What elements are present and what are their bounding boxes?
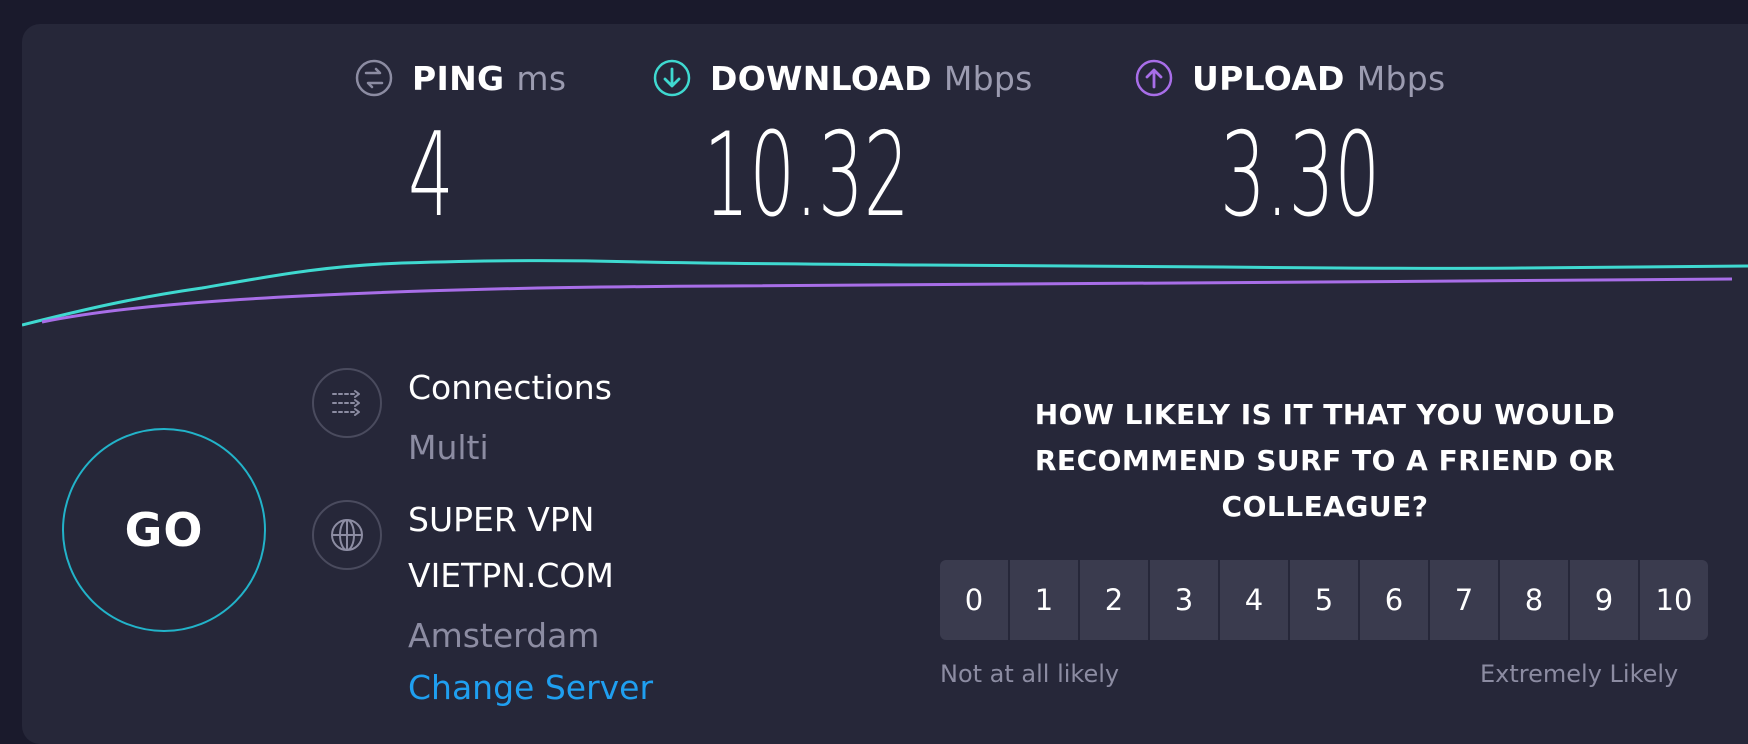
download-metric: DOWNLOAD Mbps 10.32 [652, 58, 1033, 234]
survey-question: HOW LIKELY IS IT THAT YOU WOULD RECOMMEN… [960, 392, 1690, 530]
globe-icon [312, 500, 382, 570]
scale-option-0[interactable]: 0 [940, 560, 1008, 640]
server-location: Amsterdam [408, 616, 600, 655]
change-server-link[interactable]: Change Server [408, 668, 653, 707]
ping-metric: PING ms 4 [354, 58, 567, 234]
connections-mode: Multi [408, 428, 489, 467]
ping-icon [354, 58, 394, 98]
scale-option-7[interactable]: 7 [1430, 560, 1498, 640]
go-button[interactable]: GO [62, 428, 266, 632]
scale-option-10[interactable]: 10 [1640, 560, 1708, 640]
scale-option-9[interactable]: 9 [1570, 560, 1638, 640]
survey-question-line: HOW LIKELY IS IT THAT YOU WOULD [1034, 398, 1616, 431]
download-graph-line [22, 259, 1748, 327]
server-host: VIETPN.COM [408, 556, 614, 595]
scale-option-2[interactable]: 2 [1080, 560, 1148, 640]
upload-unit: Mbps [1356, 58, 1446, 98]
upload-graph-line [41, 277, 1733, 324]
download-unit: Mbps [943, 58, 1033, 98]
speed-graph [22, 259, 1748, 327]
scale-option-3[interactable]: 3 [1150, 560, 1218, 640]
upload-value: 3.30 [1220, 108, 1381, 243]
download-value: 10.32 [703, 108, 910, 243]
scale-option-6[interactable]: 6 [1360, 560, 1428, 640]
scale-option-4[interactable]: 4 [1220, 560, 1288, 640]
ping-label: PING [412, 58, 505, 98]
survey-question-line: RECOMMEND SURF TO A FRIEND OR [1034, 444, 1616, 477]
scale-option-5[interactable]: 5 [1290, 560, 1358, 640]
survey-question-line: COLLEAGUE? [1221, 490, 1429, 523]
recommend-scale: 0 1 2 3 4 5 6 7 8 9 10 [940, 560, 1708, 640]
upload-label: UPLOAD [1192, 58, 1345, 98]
scale-option-1[interactable]: 1 [1010, 560, 1078, 640]
connections-icon [312, 368, 382, 438]
ping-value: 4 [408, 108, 454, 243]
download-arrow-icon [652, 58, 692, 98]
upload-arrow-icon [1134, 58, 1174, 98]
download-label: DOWNLOAD [710, 58, 932, 98]
scale-high-label: Extremely Likely [1480, 660, 1679, 688]
upload-metric: UPLOAD Mbps 3.30 [1134, 58, 1446, 234]
server-provider: SUPER VPN [408, 500, 595, 539]
ping-unit: ms [516, 58, 567, 98]
connections-title: Connections [408, 368, 612, 407]
scale-option-8[interactable]: 8 [1500, 560, 1568, 640]
scale-low-label: Not at all likely [940, 660, 1120, 688]
